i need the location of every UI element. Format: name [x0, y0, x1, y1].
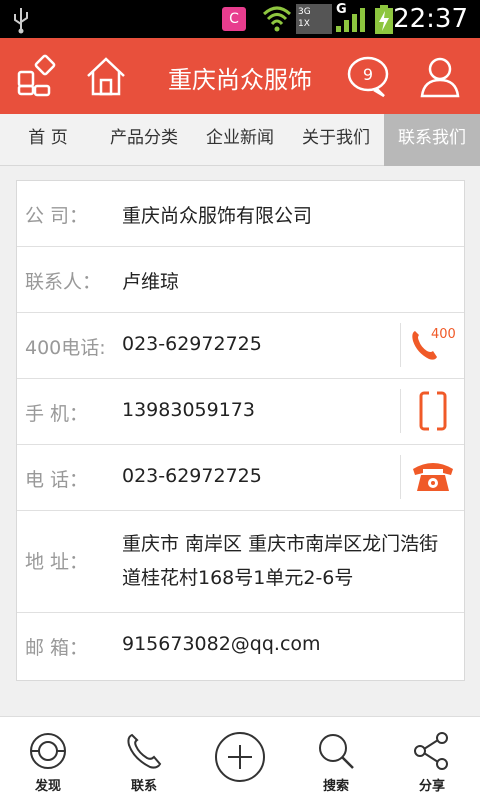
- app-header: 重庆尚众服饰 9: [0, 38, 480, 114]
- tab-contact[interactable]: 联系我们: [384, 114, 480, 166]
- search-label: 搜索: [322, 779, 349, 794]
- contact-label: 联系: [130, 779, 157, 794]
- signal-icon: [336, 8, 365, 32]
- tab-news[interactable]: 企业新闻: [192, 114, 288, 166]
- row-company: 公 司： 重庆尚众服饰有限公司: [17, 181, 464, 247]
- badge-400: 400: [431, 327, 456, 342]
- share-label: 分享: [418, 779, 445, 794]
- discover-label: 发现: [34, 779, 61, 794]
- app-notification-icon: C: [222, 7, 246, 31]
- contact-card: 公 司： 重庆尚众服饰有限公司 联系人： 卢维琼 400电话: 023-6297…: [16, 180, 465, 681]
- call-400-button[interactable]: 400: [400, 323, 464, 367]
- page-title: 重庆尚众服饰: [168, 66, 312, 94]
- message-count-badge: 9: [362, 65, 374, 84]
- row-400-phone[interactable]: 400电话: 023-62972725 400: [17, 313, 464, 379]
- telephone-label: 电 话：: [25, 469, 89, 491]
- landline-phone-icon: [413, 463, 453, 491]
- phone-icon: [127, 733, 162, 769]
- bottom-discover-button[interactable]: 发现: [0, 717, 96, 800]
- net-label-3g: 3G: [298, 7, 311, 17]
- battery-icon: [375, 5, 393, 34]
- network-3g-icon: 3G 1X: [296, 4, 332, 34]
- content-area: 公 司： 重庆尚众服饰有限公司 联系人： 卢维琼 400电话: 023-6297…: [0, 166, 480, 716]
- 400-phone-value[interactable]: 023-62972725: [122, 333, 262, 355]
- status-bar: C 3G 1X G 22:37: [0, 0, 480, 38]
- nav-tabs: 首 页 产品分类 企业新闻 关于我们 联系我们: [0, 114, 480, 166]
- bottom-share-button[interactable]: 分享: [384, 717, 480, 800]
- email-label: 邮 箱：: [25, 637, 89, 659]
- bottom-toolbar: 发现 联系 搜索 分享: [0, 716, 480, 800]
- net-label-1x: 1X: [298, 19, 310, 29]
- tab-about[interactable]: 关于我们: [288, 114, 384, 166]
- email-value[interactable]: 915673082@qq.com: [122, 633, 321, 655]
- plus-circle-icon: [215, 732, 265, 782]
- row-address: 地 址： 重庆市 南岸区 重庆市南岸区龙门浩街道桂花村168号1单元2-6号: [17, 511, 464, 613]
- bottom-add-button[interactable]: [192, 717, 288, 800]
- row-contact-person: 联系人： 卢维琼: [17, 247, 464, 313]
- address-label: 地 址：: [25, 551, 89, 573]
- clock: 22:37: [393, 4, 468, 34]
- company-label: 公 司：: [25, 205, 89, 227]
- call-mobile-button[interactable]: [400, 389, 464, 433]
- mobile-value[interactable]: 13983059173: [122, 399, 255, 421]
- row-mobile[interactable]: 手 机： 13983059173: [17, 379, 464, 445]
- tab-home[interactable]: 首 页: [0, 114, 96, 166]
- share-icon: [414, 732, 448, 770]
- contact-person-value: 卢维琼: [122, 271, 180, 293]
- 400-phone-label: 400电话:: [25, 337, 106, 359]
- search-icon: [319, 734, 354, 769]
- mobile-phone-icon: [419, 391, 447, 431]
- telephone-value[interactable]: 023-62972725: [122, 465, 262, 487]
- row-telephone[interactable]: 电 话： 023-62972725: [17, 445, 464, 511]
- bottom-contact-button[interactable]: 联系: [96, 717, 192, 800]
- usb-icon: [14, 8, 28, 34]
- company-value: 重庆尚众服饰有限公司: [122, 205, 313, 227]
- mobile-label: 手 机：: [25, 403, 89, 425]
- bottom-search-button[interactable]: 搜索: [288, 717, 384, 800]
- call-telephone-button[interactable]: [400, 455, 464, 499]
- user-icon[interactable]: [416, 52, 464, 100]
- wifi-icon: [262, 6, 292, 32]
- tab-products[interactable]: 产品分类: [96, 114, 192, 166]
- contact-person-label: 联系人：: [25, 271, 102, 293]
- discover-icon: [30, 733, 66, 769]
- address-value: 重庆市 南岸区 重庆市南岸区龙门浩街道桂花村168号1单元2-6号: [122, 533, 439, 589]
- row-email[interactable]: 邮 箱： 915673082@qq.com: [17, 613, 464, 681]
